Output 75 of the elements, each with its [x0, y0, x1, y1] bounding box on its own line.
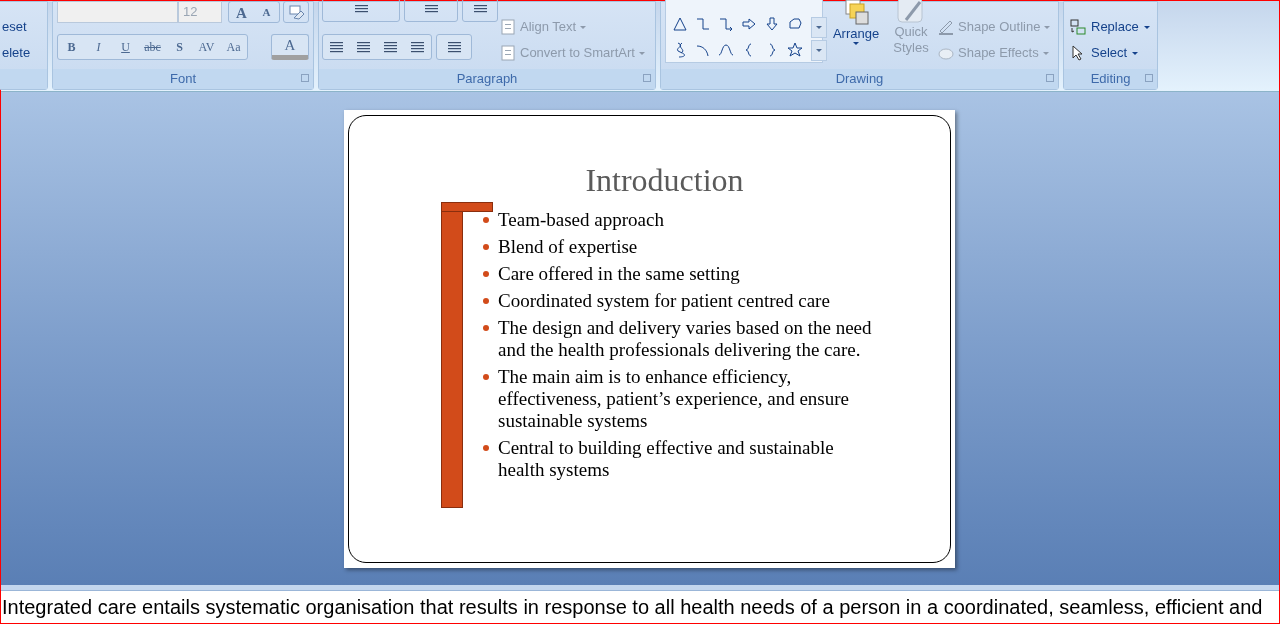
group-label: Paragraph: [456, 70, 518, 89]
format-button[interactable]: S: [166, 35, 193, 59]
gallery-more-button[interactable]: [811, 40, 827, 61]
format-button[interactable]: B: [58, 35, 85, 59]
format-button[interactable]: Aa: [220, 35, 247, 59]
bullet-icon: [483, 374, 489, 380]
brush-icon: [896, 0, 926, 24]
clear-formatting-button[interactable]: [283, 1, 309, 23]
caret-icon: [1143, 25, 1150, 29]
caret-icon: [816, 49, 822, 52]
group-label: Font: [170, 70, 196, 89]
caret-icon: [853, 42, 859, 45]
font-name-field[interactable]: [57, 1, 178, 23]
bullet-text: The design and delivery varies based on the need and the health professionals delivering the care.: [498, 317, 873, 361]
grow-font-button[interactable]: A: [229, 2, 254, 22]
gallery-down-button[interactable]: [811, 17, 827, 38]
justify-icon: [410, 40, 425, 54]
down-arrow-icon: [764, 16, 780, 32]
right-arrow-icon: [741, 16, 757, 32]
group-label: Editing: [1090, 70, 1131, 89]
caret-icon: [1044, 25, 1051, 29]
bullet-text: Blend of expertise: [498, 236, 639, 258]
bullet-icon: [483, 271, 489, 277]
elbow-arrow-icon: [718, 16, 734, 32]
format-button[interactable]: I: [85, 35, 112, 59]
shrink-font-button[interactable]: A: [254, 2, 279, 22]
replace-icon: [1070, 19, 1086, 35]
elbow-connector-icon: [695, 16, 711, 32]
align-center-icon: [356, 40, 371, 54]
columns-button[interactable]: [436, 34, 472, 60]
curve-icon: [718, 42, 734, 58]
smartart-icon: [500, 45, 516, 61]
shapes-gallery[interactable]: [665, 0, 823, 63]
align-left-icon: [329, 40, 344, 54]
bullet-text: Team-based approach: [498, 209, 665, 231]
bullet-icon: [483, 217, 489, 223]
ribbon-command[interactable]: Select: [1070, 43, 1139, 63]
caret-icon: [638, 51, 645, 55]
line-spacing-button[interactable]: [462, 0, 498, 22]
eraser-icon: [288, 4, 304, 20]
align-text-icon: [500, 19, 516, 35]
arrange-button[interactable]: Arrange: [831, 0, 881, 62]
format-button[interactable]: U: [112, 35, 139, 59]
ribbon-command[interactable]: eset: [2, 19, 27, 35]
caret-icon: [580, 25, 587, 29]
eraser-icon: [938, 45, 954, 61]
indent-button[interactable]: [404, 0, 458, 22]
bullet-text: Care offered in the same setting: [498, 263, 741, 285]
slide-title: Introduction: [584, 161, 745, 200]
font-color-button[interactable]: A: [271, 34, 309, 60]
align-right-icon: [383, 40, 398, 54]
bullet-icon: [483, 325, 489, 331]
caret-icon: [1042, 51, 1049, 55]
caret-icon: [816, 26, 822, 29]
notes-text: Integrated care entails systematic organisation that results in response to all health needs of a person in a coordinated, seamless, efficient and: [2, 595, 1263, 619]
ribbon-group-footer: [0, 69, 47, 89]
caret-icon: [1132, 51, 1139, 55]
triangle-icon: [672, 16, 688, 32]
bullet-text: Coordinated system for patient centred care: [498, 290, 831, 312]
bullet-icon: [483, 244, 489, 250]
bullet-icon: [483, 445, 489, 451]
format-button[interactable]: abc: [139, 35, 166, 59]
columns-icon: [446, 40, 462, 54]
shape-icon: [787, 16, 803, 32]
pen-icon: [938, 19, 954, 35]
ribbon-command[interactable]: Replace: [1070, 17, 1150, 37]
bullet-text: The main aim is to enhance efficiency, effectiveness, patient’s experience, and ensure sustainable systems: [498, 366, 850, 432]
bullet-text: Central to building effective and sustainable health systems: [498, 437, 835, 481]
bullet-icon: [483, 298, 489, 304]
ribbon-command[interactable]: elete: [2, 45, 31, 61]
star-icon: [787, 42, 803, 58]
arc-icon: [695, 42, 711, 58]
format-button[interactable]: AV: [193, 35, 220, 59]
group-label: Drawing: [835, 70, 884, 89]
bullets-button[interactable]: [322, 0, 400, 22]
